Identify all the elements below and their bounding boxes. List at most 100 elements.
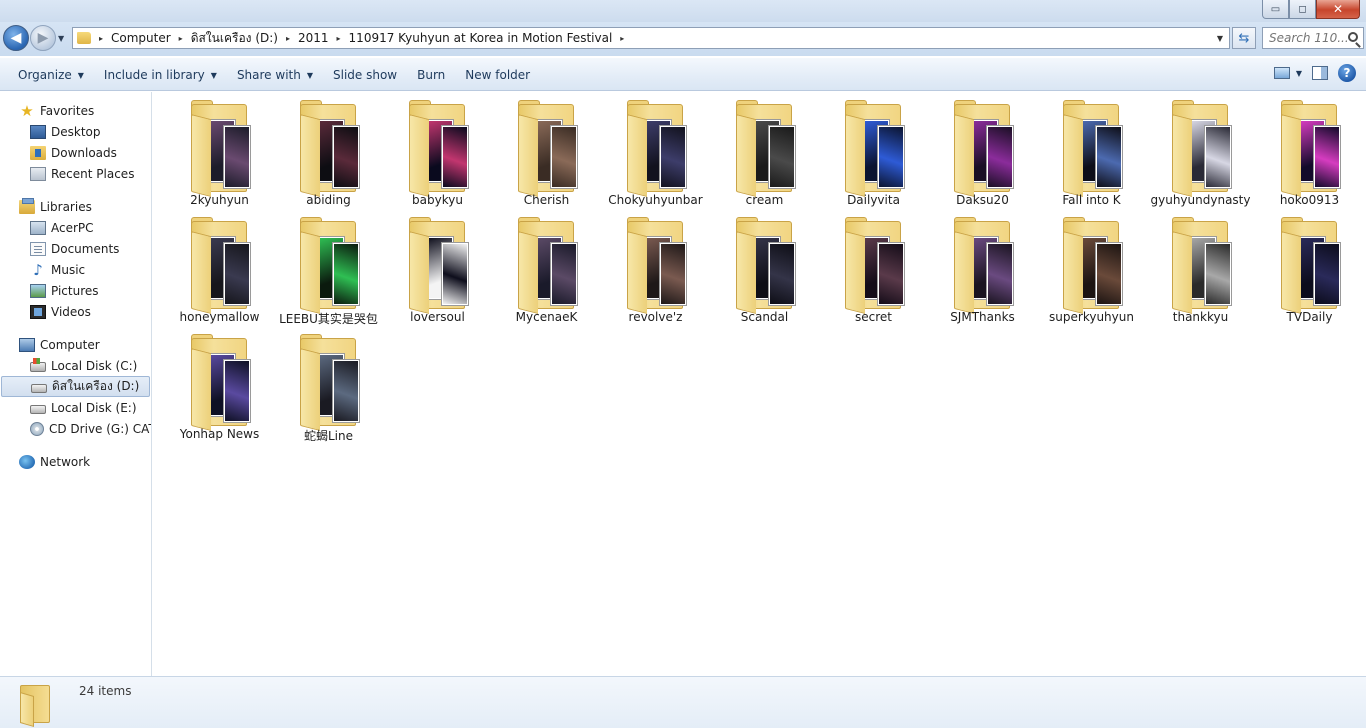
folder-name: 2kyuhyun: [190, 193, 249, 207]
folder-item[interactable]: secret: [819, 213, 928, 330]
folder-item[interactable]: 蛇蝎Line: [274, 330, 383, 447]
breadcrumb-separator-icon[interactable]: ▸: [99, 34, 103, 43]
folder-item[interactable]: honeymallow: [165, 213, 274, 330]
recent-pages-dropdown[interactable]: ▼: [58, 34, 64, 43]
chevron-down-icon: ▼: [210, 70, 217, 80]
breadcrumb-drive-d[interactable]: ดิสในเครือง (D:): [191, 29, 278, 48]
sidebar-item-desktop[interactable]: Desktop: [0, 121, 151, 142]
folder-thumbnail-icon: [191, 217, 251, 314]
preview-pane-icon[interactable]: [1312, 66, 1328, 80]
sidebar-item-documents[interactable]: Documents: [0, 238, 151, 259]
folder-item[interactable]: TVDaily: [1255, 213, 1364, 330]
photo-preview: [1204, 242, 1232, 306]
folder-item[interactable]: Cherish: [492, 96, 601, 213]
breadcrumb-computer[interactable]: Computer: [111, 31, 171, 45]
search-box: [1262, 27, 1364, 49]
sidebar-item-local-disk-e[interactable]: Local Disk (E:): [0, 397, 151, 418]
forward-arrow-icon: ▶: [37, 30, 49, 46]
refresh-button[interactable]: ⇆: [1232, 27, 1256, 49]
breadcrumb-separator-icon[interactable]: ▸: [179, 34, 183, 43]
sidebar-item-local-disk-c[interactable]: Local Disk (C:): [0, 355, 151, 376]
sidebar-header-libraries[interactable]: Libraries: [0, 196, 151, 217]
folder-name: 蛇蝎Line: [303, 429, 353, 443]
folder-name: Chokyuhyunbar: [608, 193, 703, 207]
cd-drive-icon: [30, 421, 44, 436]
organize-menu[interactable]: Organize ▼: [8, 63, 94, 87]
folder-item[interactable]: MycenaeK: [492, 213, 601, 330]
minimize-button[interactable]: ▭: [1262, 0, 1289, 19]
folder-item[interactable]: babykyu: [383, 96, 492, 213]
hard-drive-icon: [30, 404, 46, 414]
photo-preview: [768, 125, 796, 189]
folder-item[interactable]: Daksu20: [928, 96, 1037, 213]
sidebar-item-cd-drive-g[interactable]: CD Drive (G:) CAT 0: [0, 418, 151, 439]
libraries-icon: [19, 197, 35, 214]
breadcrumb-separator-icon[interactable]: ▸: [286, 34, 290, 43]
folder-item[interactable]: Fall into K: [1037, 96, 1146, 213]
folder-item[interactable]: Dailyvita: [819, 96, 928, 213]
folder-name: gyuhyundynasty: [1150, 193, 1251, 207]
share-with-menu[interactable]: Share with ▼: [227, 63, 323, 87]
folder-name: TVDaily: [1286, 310, 1333, 324]
sidebar-item-music[interactable]: ♪ Music: [0, 259, 151, 280]
search-icon[interactable]: [1348, 32, 1358, 42]
back-button[interactable]: ◀: [3, 25, 29, 51]
sidebar-header-network[interactable]: Network: [0, 451, 151, 472]
folder-item[interactable]: SJMThanks: [928, 213, 1037, 330]
forward-button[interactable]: ▶: [30, 25, 56, 51]
sidebar-item-pictures[interactable]: Pictures: [0, 280, 151, 301]
folder-thumbnail-icon: [845, 217, 905, 314]
include-in-library-menu[interactable]: Include in library ▼: [94, 63, 227, 87]
folder-item[interactable]: cream: [710, 96, 819, 213]
folder-item[interactable]: abiding: [274, 96, 383, 213]
breadcrumb-separator-icon[interactable]: ▸: [620, 34, 624, 43]
folder-item[interactable]: Scandal: [710, 213, 819, 330]
folder-item[interactable]: superkyuhyun: [1037, 213, 1146, 330]
folder-item[interactable]: gyuhyundynasty: [1146, 96, 1255, 213]
breadcrumb-separator-icon[interactable]: ▸: [337, 34, 341, 43]
sidebar-item-downloads[interactable]: Downloads: [0, 142, 151, 163]
computer-group: Computer Local Disk (C:) ดิสในเครือง (D:…: [0, 334, 151, 439]
burn-button[interactable]: Burn: [407, 63, 455, 87]
address-history-dropdown[interactable]: ▼: [1211, 28, 1229, 48]
sidebar-item-videos[interactable]: Videos: [0, 301, 151, 322]
help-icon[interactable]: ?: [1338, 64, 1356, 82]
folder-item[interactable]: Yonhap News: [165, 330, 274, 447]
pictures-icon: [30, 283, 46, 298]
folder-item[interactable]: hoko0913: [1255, 96, 1364, 213]
photo-preview: [223, 359, 251, 423]
view-options-chevron-icon[interactable]: ▼: [1296, 69, 1302, 78]
sidebar-label: Downloads: [51, 145, 117, 160]
folder-name: honeymallow: [179, 310, 260, 324]
address-bar[interactable]: ▸ Computer ▸ ดิสในเครือง (D:) ▸ 2011 ▸ 1…: [72, 27, 1230, 49]
folder-item[interactable]: 2kyuhyun: [165, 96, 274, 213]
breadcrumb-2011[interactable]: 2011: [298, 31, 329, 45]
command-bar: Organize ▼ Include in library ▼ Share wi…: [0, 57, 1366, 91]
sidebar-item-drive-d[interactable]: ดิสในเครือง (D:): [1, 376, 150, 397]
sidebar-header-computer[interactable]: Computer: [0, 334, 151, 355]
close-button[interactable]: ✕: [1316, 0, 1360, 19]
slide-show-button[interactable]: Slide show: [323, 63, 407, 87]
photo-preview: [877, 242, 905, 306]
maximize-button[interactable]: ◻: [1289, 0, 1316, 19]
folder-item[interactable]: LEEBU其实是哭包: [274, 213, 383, 330]
folder-item[interactable]: loversoul: [383, 213, 492, 330]
photo-preview: [550, 242, 578, 306]
search-input[interactable]: [1269, 31, 1347, 45]
sidebar-label: Local Disk (E:): [51, 400, 137, 415]
sidebar-item-acerpc[interactable]: AcerPC: [0, 217, 151, 238]
folder-item[interactable]: thankkyu: [1146, 213, 1255, 330]
details-pane: 24 items: [0, 676, 1366, 728]
folder-thumbnail-icon: [191, 334, 251, 431]
sidebar-header-favorites[interactable]: ★ Favorites: [0, 100, 151, 121]
sidebar-label: CD Drive (G:) CAT 0: [49, 421, 151, 436]
change-view-icon[interactable]: [1273, 67, 1290, 79]
folder-item[interactable]: revolve'z: [601, 213, 710, 330]
folder-item[interactable]: Chokyuhyunbar: [601, 96, 710, 213]
sidebar-item-recent-places[interactable]: Recent Places: [0, 163, 151, 184]
back-arrow-icon: ◀: [10, 30, 22, 46]
breadcrumb-current-folder[interactable]: 110917 Kyuhyun at Korea in Motion Festiv…: [349, 31, 613, 45]
new-folder-button[interactable]: New folder: [455, 63, 540, 87]
photo-preview: [223, 242, 251, 306]
folder-thumbnail-icon: [736, 217, 796, 314]
